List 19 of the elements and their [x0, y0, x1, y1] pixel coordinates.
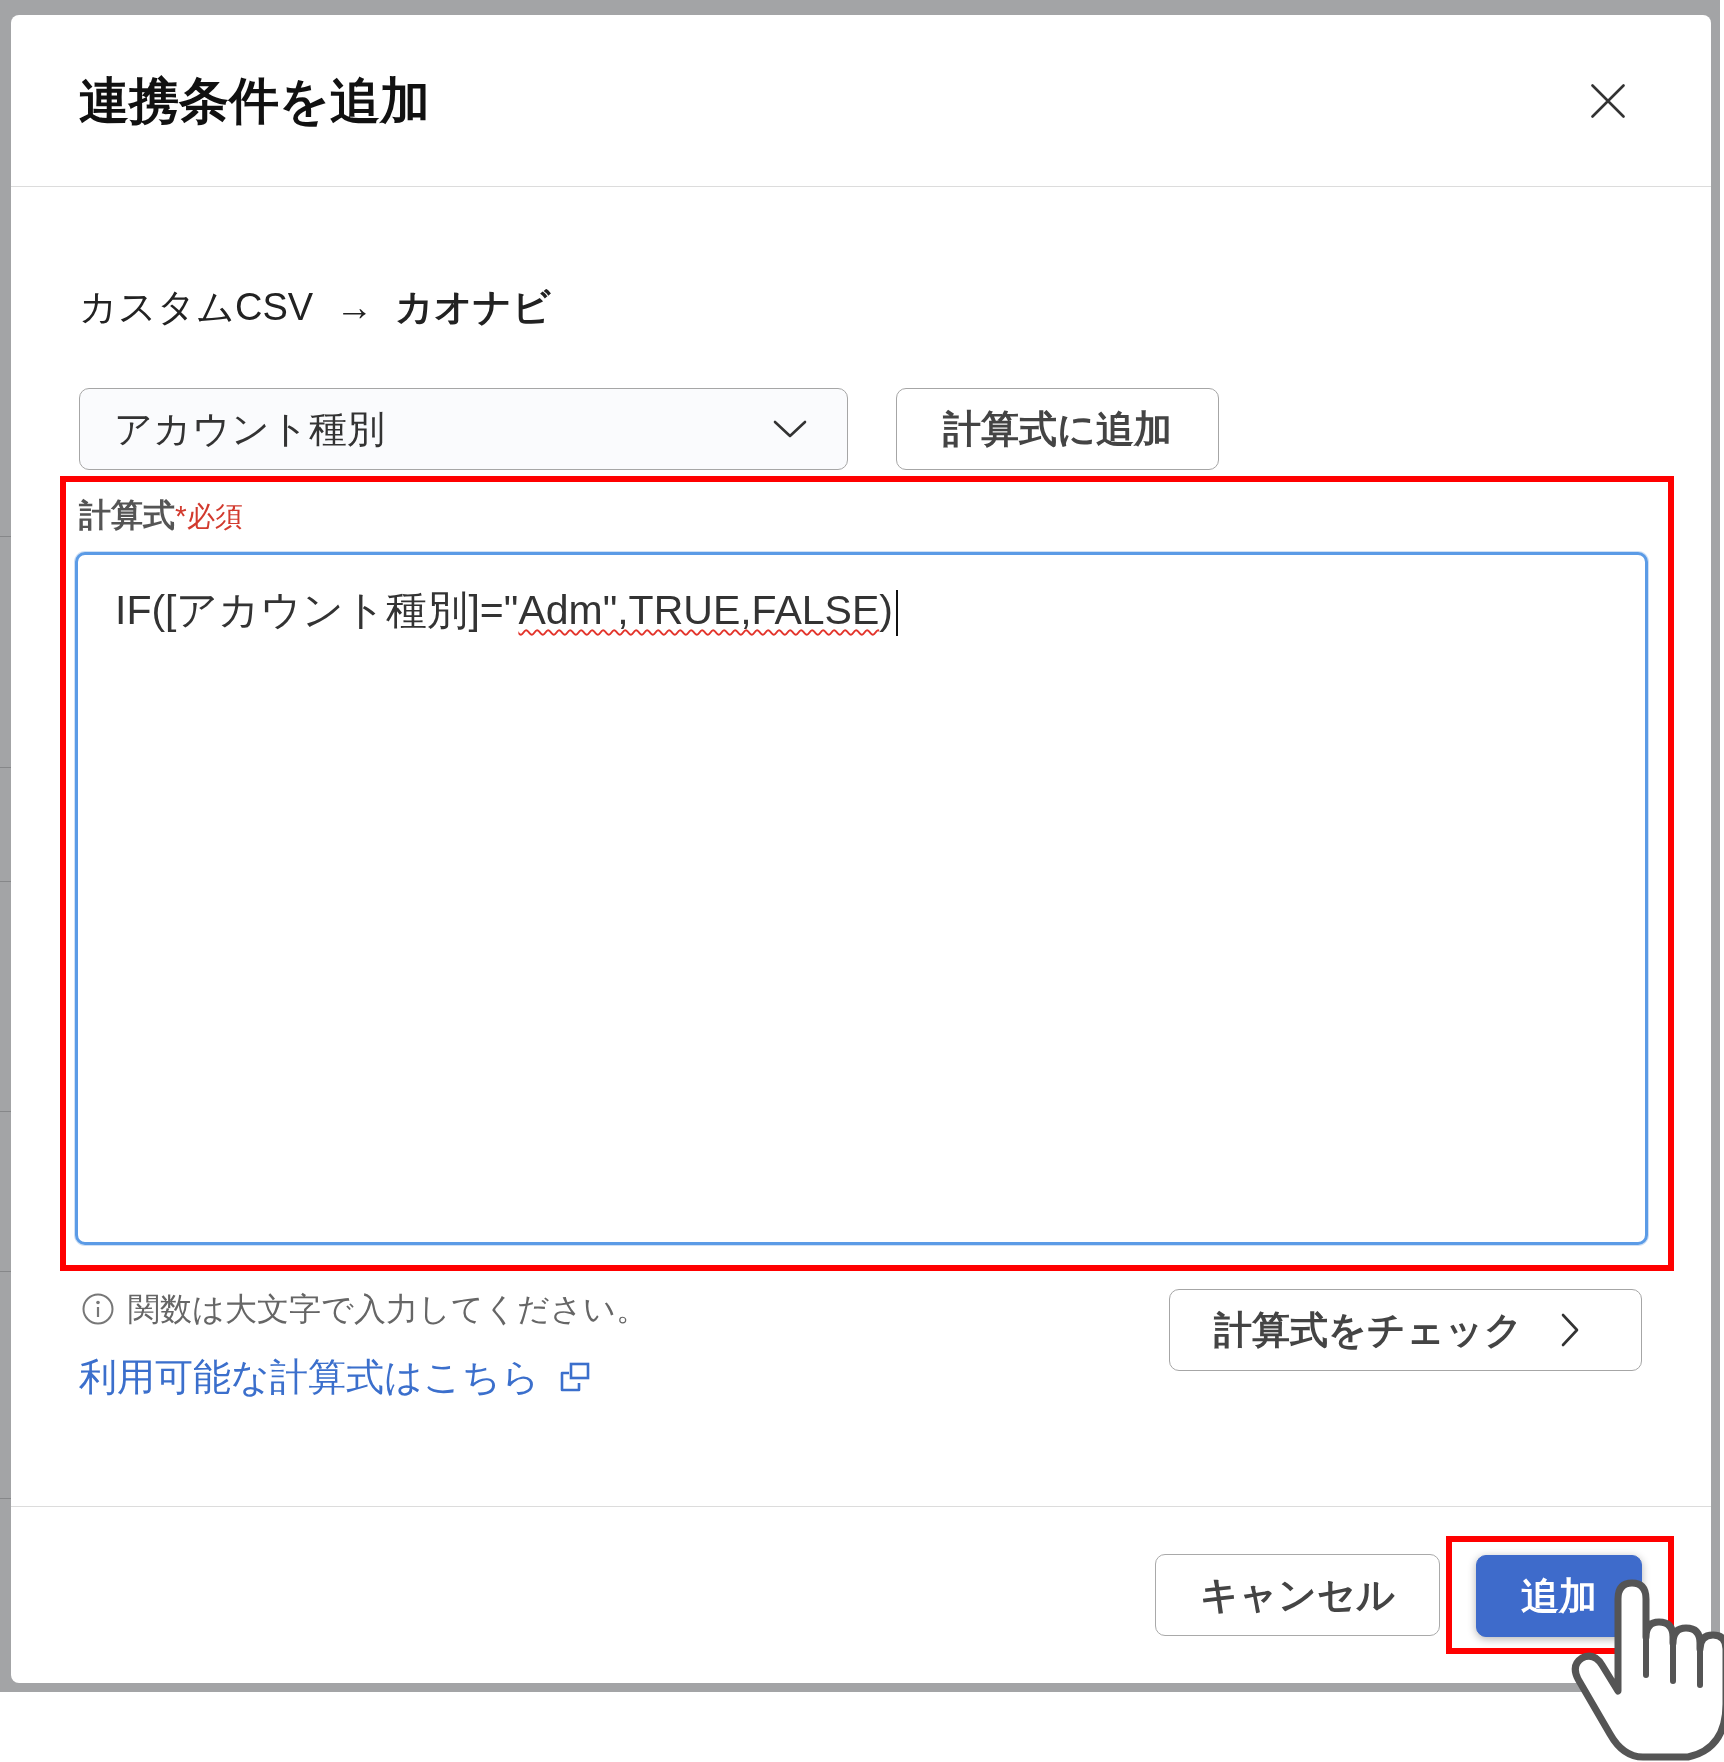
- cancel-button[interactable]: キャンセル: [1155, 1554, 1440, 1636]
- field-select[interactable]: アカウント種別: [79, 388, 848, 470]
- chevron-down-icon: [773, 420, 807, 438]
- source-name: カスタムCSV: [79, 285, 314, 330]
- mapping-arrow: →: [335, 285, 374, 330]
- formula-input[interactable]: IF([アカウント種別]="Adm",TRUE,FALSE): [75, 552, 1648, 1245]
- field-label: 計算式*必須: [79, 496, 243, 535]
- target-name: カオナビ: [395, 285, 552, 330]
- chevron-right-icon: [1561, 1313, 1579, 1347]
- info-icon: [82, 1293, 114, 1325]
- help-link[interactable]: 利用可能な計算式はこちら: [79, 1354, 648, 1400]
- close-button[interactable]: [1591, 83, 1625, 118]
- hint-text: 関数は大文字で入力してください。: [128, 1290, 648, 1329]
- check-formula-button[interactable]: 計算式をチェック: [1169, 1289, 1642, 1371]
- dialog-title: 連携条件を追加: [79, 71, 430, 131]
- text-cursor: [895, 590, 898, 637]
- add-button[interactable]: 追加: [1476, 1555, 1642, 1637]
- add-to-formula-button[interactable]: 計算式に追加: [896, 388, 1219, 470]
- external-link-icon: [558, 1360, 592, 1394]
